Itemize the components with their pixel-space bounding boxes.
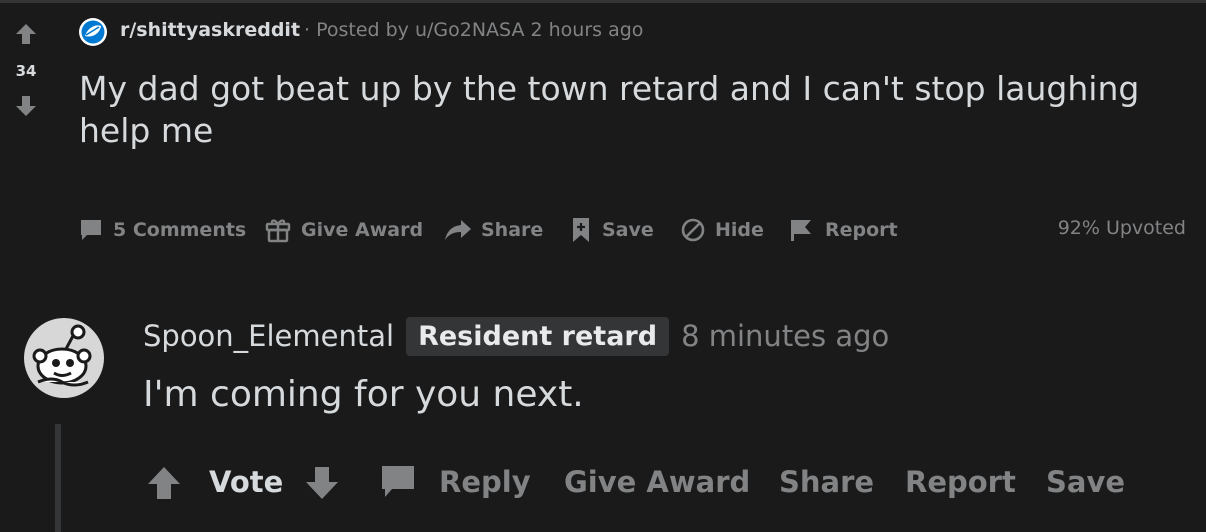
comment-share-button[interactable]: Share [779,456,874,508]
post-meta: r/shittyaskreddit · Posted by u/Go2NASA 2 … [120,19,643,41]
comment-timestamp[interactable]: 8 minutes ago [681,319,889,353]
comments-label: 5 Comments [113,219,247,241]
snoo-avatar-icon[interactable] [22,316,106,400]
save-label: Save [602,219,654,241]
comment-author[interactable]: Spoon_Elemental [143,319,394,353]
save-button[interactable]: Save [569,212,654,248]
comment-reply-button[interactable]: Reply [379,456,531,508]
comment-body: I'm coming for you next. [143,374,584,415]
comment-downvote-icon[interactable] [303,465,341,501]
reply-label: Reply [439,465,531,499]
gift-icon [265,219,291,243]
comment-report-button[interactable]: Report [905,456,1016,508]
hide-icon [681,218,705,242]
comment-save-button[interactable]: Save [1046,456,1125,508]
meta-separator: · [304,19,311,41]
comments-button[interactable]: 5 Comments [78,212,246,248]
user-flair: Resident retard [406,316,670,356]
give-award-button[interactable]: Give Award [264,212,423,248]
post-title[interactable]: My dad got beat up by the town retard an… [79,68,1179,152]
share-arrow-icon [445,220,471,240]
bookmark-icon [573,218,589,242]
post-score: 34 [15,62,37,80]
comment-icon [81,220,101,240]
post-vote-column: 34 [0,18,52,128]
upvote-ratio: 92% Upvoted [1057,217,1186,239]
subreddit-icon[interactable] [78,17,108,47]
comment-give-award-button[interactable]: Give Award [564,456,750,508]
hide-button[interactable]: Hide [680,212,764,248]
comment-meta: Spoon_Elemental Resident retard 8 minute… [143,312,889,360]
report-label: Report [825,219,898,241]
flag-icon [791,220,811,241]
comment-vote-label: Vote [209,465,284,499]
comment-upvote-icon[interactable] [145,465,183,501]
give-award-label: Give Award [301,219,424,241]
subreddit-link[interactable]: r/shittyaskreddit [120,19,300,41]
comment-icon [382,466,414,497]
downvote-icon[interactable] [14,94,38,118]
posted-by[interactable]: Posted by u/Go2NASA 2 hours ago [316,19,643,41]
top-border [0,0,1206,3]
share-label: Share [481,219,544,241]
upvote-icon[interactable] [14,22,38,46]
comment-thread-line[interactable] [55,424,61,532]
report-button[interactable]: Report [788,212,898,248]
share-button[interactable]: Share [444,212,543,248]
hide-label: Hide [715,219,764,241]
